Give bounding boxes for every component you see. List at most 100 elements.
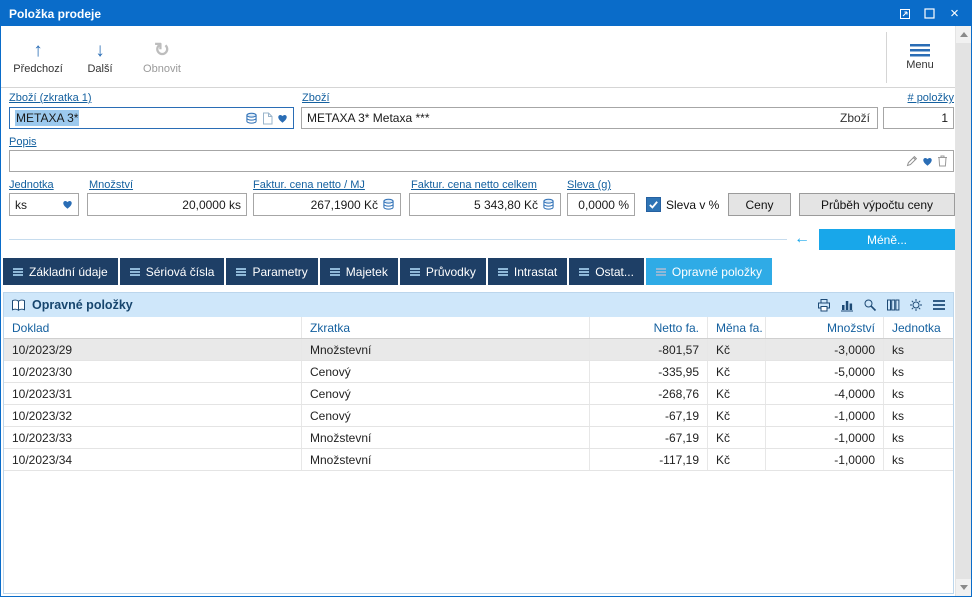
tab-parametry[interactable]: Parametry	[226, 258, 318, 285]
tab-pruvodky[interactable]: Průvodky	[399, 258, 486, 285]
unit-price-field[interactable]: 267,1900 Kč	[253, 193, 401, 216]
menu-button[interactable]: Menu	[889, 30, 951, 85]
item-field[interactable]: METAXA 3* Metaxa *** Zboží	[301, 107, 878, 129]
item-count-field[interactable]: 1	[883, 107, 954, 129]
window-title: Položka prodeje	[9, 6, 102, 21]
settings-gear-icon[interactable]	[909, 298, 923, 312]
table-row[interactable]: 10/2023/34 Množstevní -117,19 Kč -1,0000…	[4, 449, 953, 471]
column-header-jednotka[interactable]: Jednotka	[884, 317, 953, 338]
refresh-button[interactable]: ↻ Obnovit	[131, 30, 193, 85]
print-icon[interactable]	[817, 298, 831, 312]
pencil-icon[interactable]	[906, 155, 918, 167]
trash-icon[interactable]	[937, 155, 948, 167]
menu-label: Menu	[906, 59, 934, 71]
float-window-icon	[899, 8, 910, 19]
check-icon	[649, 201, 658, 209]
chart-icon[interactable]	[840, 298, 854, 312]
list-icon	[236, 267, 247, 276]
search-icon[interactable]	[863, 298, 877, 312]
discount-percent-checkbox-label: Sleva v %	[666, 198, 720, 212]
cell-mena: Kč	[708, 361, 766, 382]
tab-majetek[interactable]: Majetek	[319, 258, 398, 285]
coins-icon[interactable]	[542, 198, 555, 211]
column-header-mena-fa[interactable]: Měna fa.	[708, 317, 766, 338]
table-row[interactable]: 10/2023/32 Cenový -67,19 Kč -1,0000 ks	[4, 405, 953, 427]
scroll-up-icon[interactable]	[959, 32, 968, 37]
vertical-scrollbar[interactable]	[955, 26, 971, 596]
table-row[interactable]: 10/2023/30 Cenový -335,95 Kč -5,0000 ks	[4, 361, 953, 383]
coins-icon[interactable]	[245, 112, 258, 125]
cell-mnozstvi: -1,0000	[766, 449, 884, 470]
total-price-value: 5 343,80 Kč	[473, 197, 538, 212]
cell-doklad: 10/2023/33	[4, 427, 302, 448]
tab-label: Základní údaje	[29, 264, 108, 279]
unit-label: Jednotka	[9, 179, 54, 191]
discount-percent-checkbox[interactable]	[646, 197, 661, 212]
discount-field[interactable]: 0,0000 %	[567, 193, 635, 216]
coins-icon[interactable]	[382, 198, 395, 211]
menu-icon	[910, 44, 930, 57]
document-icon[interactable]	[262, 112, 273, 125]
table-row[interactable]: 10/2023/31 Cenový -268,76 Kč -4,0000 ks	[4, 383, 953, 405]
description-field[interactable]	[9, 150, 954, 172]
panel-title: Opravné položky	[32, 298, 133, 312]
float-window-button[interactable]	[892, 4, 917, 23]
cell-netto: -67,19	[590, 427, 708, 448]
tab-opravne-polozky[interactable]: Opravné položky	[645, 258, 772, 285]
column-header-zkratka[interactable]: Zkratka	[302, 317, 590, 338]
toolbar: ↑ Předchozí ↓ Další ↻ Obnovit Menu	[1, 26, 955, 88]
description-label: Popis	[9, 136, 37, 148]
item-code-field[interactable]: METAXA 3*	[9, 107, 294, 129]
scrollbar-thumb[interactable]	[956, 43, 971, 579]
tab-zakladni-udaje[interactable]: Základní údaje	[3, 258, 118, 285]
cell-netto: -801,57	[590, 339, 708, 360]
tab-label: Majetek	[345, 264, 388, 279]
maximize-icon	[924, 8, 935, 19]
quantity-field[interactable]: 20,0000 ks	[87, 193, 247, 216]
tab-intrastat[interactable]: Intrastat	[487, 258, 568, 285]
table-row[interactable]: 10/2023/33 Množstevní -67,19 Kč -1,0000 …	[4, 427, 953, 449]
window: Položka prodeje × ↑ Předchozí ↓ Další ↻ …	[0, 0, 972, 597]
unit-price-label: Faktur. cena netto / MJ	[253, 179, 365, 191]
column-header-netto-fa[interactable]: Netto fa.	[590, 317, 708, 338]
cell-mena: Kč	[708, 339, 766, 360]
less-button[interactable]: Méně...	[819, 229, 955, 250]
cell-jednotka: ks	[892, 364, 904, 379]
cell-netto: -268,76	[590, 383, 708, 404]
maximize-button[interactable]	[917, 4, 942, 23]
panel-menu-icon[interactable]	[932, 299, 946, 311]
prices-button[interactable]: Ceny	[728, 193, 791, 216]
dropdown-icon[interactable]	[62, 199, 73, 210]
total-price-field[interactable]: 5 343,80 Kč	[409, 193, 561, 216]
item-value: METAXA 3* Metaxa ***	[307, 111, 430, 125]
cell-jednotka: ks	[892, 430, 904, 445]
cell-doklad: 10/2023/34	[4, 449, 302, 470]
previous-button[interactable]: ↑ Předchozí	[7, 30, 69, 85]
cell-mena: Kč	[708, 449, 766, 470]
panel-toolbar	[817, 298, 946, 312]
unit-combo[interactable]: ks	[9, 193, 79, 216]
price-calculation-button[interactable]: Průběh výpočtu ceny	[799, 193, 955, 216]
favorites-icon[interactable]	[922, 156, 933, 167]
cell-doklad: 10/2023/32	[4, 405, 302, 426]
item-count-label: # položky	[907, 92, 954, 104]
cell-jednotka: ks	[892, 408, 904, 423]
tab-ostatni[interactable]: Ostat...	[569, 258, 644, 285]
item-inline-button[interactable]: Zboží	[840, 111, 872, 125]
cell-jednotka: ks	[892, 342, 904, 357]
tab-seriova-cisla[interactable]: Sériová čísla	[119, 258, 225, 285]
columns-icon[interactable]	[886, 298, 900, 312]
cell-zkratka: Cenový	[302, 361, 590, 382]
column-header-mnozstvi[interactable]: Množství	[766, 317, 884, 338]
cell-zkratka: Cenový	[302, 383, 590, 404]
cell-mnozstvi: -1,0000	[766, 405, 884, 426]
next-button[interactable]: ↓ Další	[69, 30, 131, 85]
collapse-arrow-icon[interactable]: ←	[794, 230, 810, 248]
cell-mena: Kč	[708, 405, 766, 426]
column-header-doklad[interactable]: Doklad	[4, 317, 302, 338]
scroll-down-icon[interactable]	[959, 585, 968, 590]
item-code-label: Zboží (zkratka 1)	[9, 92, 92, 104]
close-button[interactable]: ×	[942, 4, 967, 23]
favorites-icon[interactable]	[277, 113, 288, 124]
table-row[interactable]: 10/2023/29 Množstevní -801,57 Kč -3,0000…	[4, 339, 953, 361]
